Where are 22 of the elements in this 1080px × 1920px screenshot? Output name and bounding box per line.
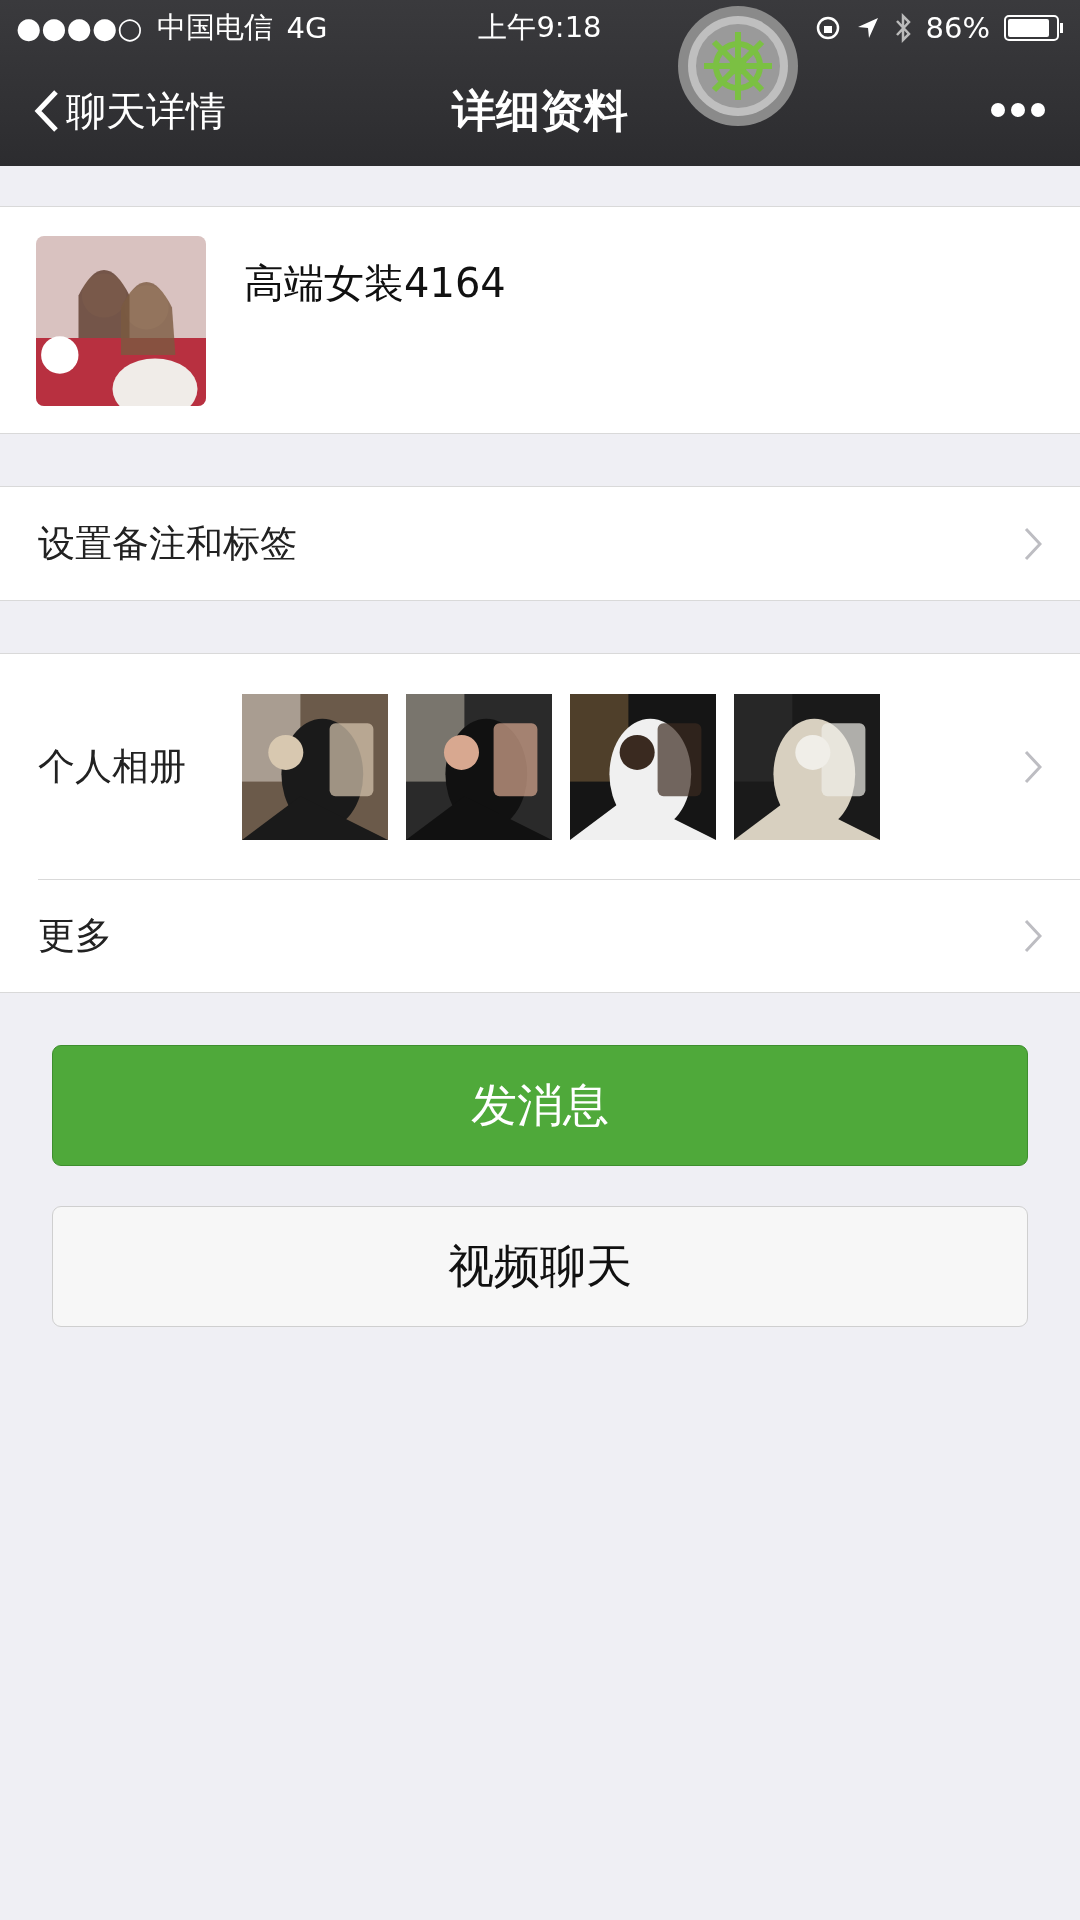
list-row[interactable]: 设置备注和标签 bbox=[0, 487, 1080, 600]
chevron-right-icon bbox=[1024, 918, 1042, 953]
carrier-name: 中国电信 bbox=[156, 9, 273, 46]
page-title: 详细资料 bbox=[452, 84, 628, 136]
bluetooth-icon bbox=[893, 13, 912, 43]
signal-dots: ●●●●○ bbox=[16, 11, 143, 45]
battery-icon bbox=[1004, 14, 1064, 42]
assistive-touch-icon[interactable] bbox=[676, 4, 800, 128]
back-chevron-icon bbox=[34, 89, 60, 133]
album-row[interactable]: 个人相册 bbox=[0, 654, 1080, 879]
video-chat-button[interactable]: 视频聊天 bbox=[52, 1206, 1028, 1327]
profile-name: 高端女装4164 bbox=[244, 259, 506, 308]
chevron-right-icon bbox=[1024, 749, 1042, 784]
row-label: 设置备注和标签 bbox=[38, 520, 297, 567]
row-label: 个人相册 bbox=[38, 743, 187, 790]
clock: 上午9:18 bbox=[478, 10, 602, 44]
network-type: 4G bbox=[286, 11, 328, 45]
chevron-right-icon bbox=[1024, 526, 1042, 561]
list-row[interactable]: 更多 bbox=[0, 879, 1080, 992]
back-button[interactable]: 聊天详情 bbox=[34, 83, 226, 139]
battery-percent: 86% bbox=[925, 11, 990, 45]
row-label: 更多 bbox=[38, 912, 112, 959]
